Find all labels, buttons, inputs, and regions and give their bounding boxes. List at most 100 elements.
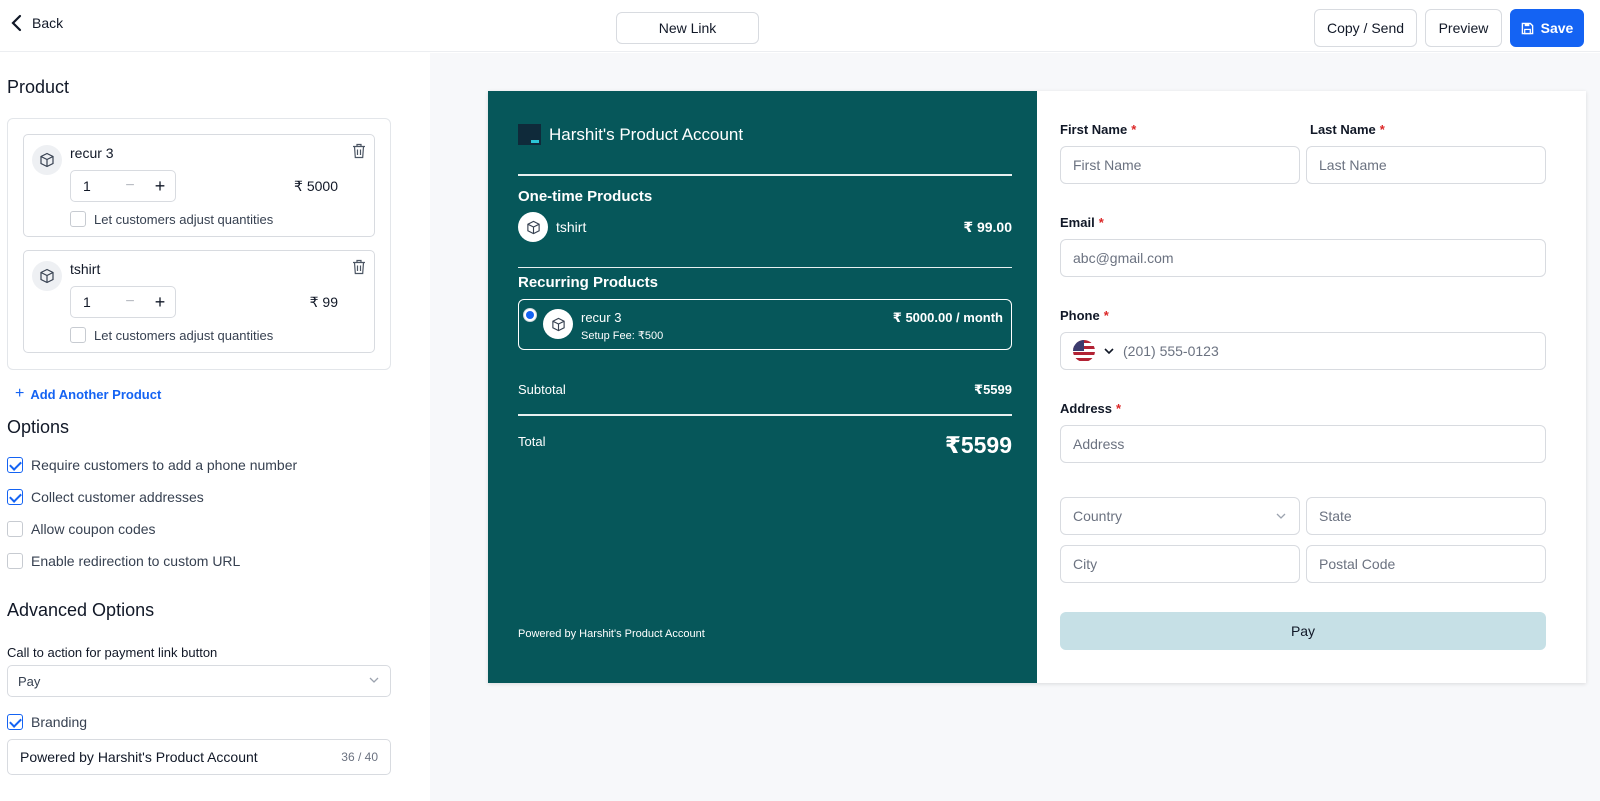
adjust-quantity-checkbox[interactable] — [70, 327, 86, 343]
branding-input[interactable]: Powered by Harshit's Product Account 36 … — [7, 739, 391, 775]
branding-value: Powered by Harshit's Product Account — [20, 749, 258, 765]
quantity-stepper: 1 − + — [70, 170, 176, 202]
item-name: tshirt — [556, 219, 587, 235]
first-name-label: First Name * — [1060, 122, 1137, 137]
account-header: Harshit's Product Account — [518, 124, 743, 145]
save-button[interactable]: Save — [1510, 9, 1584, 47]
address-label: Address * — [1060, 401, 1122, 416]
account-logo — [518, 124, 541, 145]
total-label: Total — [518, 434, 546, 449]
recurring-name: recur 3 — [581, 310, 622, 325]
product-price: ₹ 5000 — [294, 178, 338, 194]
option-checkbox[interactable] — [7, 553, 23, 569]
option-label: Collect customer addresses — [31, 489, 204, 505]
last-name-input[interactable]: Last Name — [1306, 146, 1546, 184]
account-name: Harshit's Product Account — [549, 124, 744, 144]
chevron-down-icon[interactable] — [1103, 345, 1115, 357]
box-icon — [32, 145, 62, 175]
option-coupon-codes[interactable]: Allow coupon codes — [7, 521, 156, 537]
email-label: Email * — [1060, 215, 1104, 230]
option-branding[interactable]: Branding — [7, 714, 87, 730]
add-product-label: Add Another Product — [30, 386, 162, 402]
preview-area: Harshit's Product Account One-time Produ… — [430, 53, 1600, 801]
recurring-price: ₹ 5000.00 / month — [892, 310, 1003, 325]
copy-send-button[interactable]: Copy / Send — [1314, 9, 1417, 47]
adjust-quantity-option[interactable]: Let customers adjust quantities — [70, 327, 273, 343]
country-placeholder: Country — [1073, 508, 1123, 524]
option-label: Enable redirection to custom URL — [31, 553, 241, 569]
country-select[interactable]: Country — [1060, 497, 1300, 535]
back-button[interactable]: Back — [10, 14, 63, 32]
total-value: ₹5599 — [944, 432, 1012, 458]
us-flag-icon[interactable] — [1073, 340, 1095, 362]
phone-placeholder: (201) 555-0123 — [1123, 343, 1219, 359]
box-icon — [543, 309, 573, 339]
first-name-input[interactable]: First Name — [1060, 146, 1300, 184]
option-collect-address[interactable]: Collect customer addresses — [7, 489, 204, 505]
trash-icon[interactable] — [352, 143, 366, 159]
city-input[interactable]: City — [1060, 545, 1300, 583]
subtotal-label: Subtotal — [518, 382, 566, 397]
option-checkbox[interactable] — [7, 457, 23, 473]
subtotal-value: ₹5599 — [974, 382, 1012, 397]
add-product-button[interactable]: + Add Another Product — [15, 385, 161, 403]
chevron-left-icon — [11, 14, 22, 32]
cta-select[interactable]: Pay — [7, 665, 391, 697]
state-input[interactable]: State — [1306, 497, 1546, 535]
option-checkbox[interactable] — [7, 521, 23, 537]
branding-label: Branding — [31, 714, 88, 730]
branding-checkbox[interactable] — [7, 714, 23, 730]
chevron-down-icon — [369, 677, 379, 683]
cta-label: Call to action for payment link button — [7, 645, 218, 660]
powered-by: Powered by Harshit's Product Account — [518, 628, 705, 640]
quantity-stepper: 1 − + — [70, 286, 176, 318]
option-require-phone[interactable]: Require customers to add a phone number — [7, 457, 297, 473]
box-icon — [32, 261, 62, 291]
decrement-button[interactable]: − — [115, 293, 145, 311]
one-time-item: tshirt ₹ 99.00 — [518, 212, 1012, 242]
checkout-preview: Harshit's Product Account One-time Produ… — [488, 91, 1586, 683]
adjust-quantity-checkbox[interactable] — [70, 211, 86, 227]
increment-button[interactable]: + — [145, 292, 175, 313]
chevron-down-icon — [1276, 513, 1286, 519]
phone-input[interactable]: (201) 555-0123 — [1060, 332, 1546, 370]
settings-panel: Product recur 3 1 − + ₹ 5000 Let custome… — [0, 53, 430, 801]
increment-button[interactable]: + — [145, 176, 175, 197]
one-time-heading: One-time Products — [518, 188, 653, 205]
top-bar: Back New Link Copy / Send Preview Save — [0, 0, 1600, 52]
product-price: ₹ 99 — [309, 294, 338, 310]
address-input[interactable]: Address — [1060, 425, 1546, 463]
adjust-quantity-label: Let customers adjust quantities — [94, 211, 274, 227]
link-name-field[interactable]: New Link — [616, 12, 759, 44]
option-label: Require customers to add a phone number — [31, 457, 298, 473]
phone-label: Phone * — [1060, 308, 1109, 323]
product-list: recur 3 1 − + ₹ 5000 Let customers adjus… — [7, 118, 391, 370]
preview-button[interactable]: Preview — [1425, 9, 1502, 47]
subtotal-row: Subtotal ₹5599 — [518, 382, 1012, 397]
postal-code-input[interactable]: Postal Code — [1306, 545, 1546, 583]
adjust-quantity-label: Let customers adjust quantities — [94, 327, 274, 343]
quantity-value[interactable]: 1 — [71, 178, 115, 194]
product-name: tshirt — [70, 261, 101, 277]
recurring-radio[interactable] — [523, 308, 537, 322]
product-card: tshirt 1 − + ₹ 99 Let customers adjust q… — [23, 250, 375, 353]
advanced-heading: Advanced Options — [7, 600, 155, 620]
plus-icon: + — [15, 385, 25, 402]
divider — [518, 174, 1012, 176]
option-checkbox[interactable] — [7, 489, 23, 505]
order-summary: Harshit's Product Account One-time Produ… — [488, 91, 1037, 683]
pay-button[interactable]: Pay — [1060, 612, 1546, 650]
customer-form: First Name * First Name Last Name * Last N… — [1037, 91, 1586, 683]
quantity-value[interactable]: 1 — [71, 294, 115, 310]
total-row: Total — [518, 434, 1012, 449]
option-redirection[interactable]: Enable redirection to custom URL — [7, 553, 240, 569]
decrement-button[interactable]: − — [115, 177, 145, 195]
divider — [518, 414, 1012, 416]
recurring-setup-fee: Setup Fee: ₹500 — [581, 330, 664, 342]
email-input[interactable]: abc@gmail.com — [1060, 239, 1546, 277]
recurring-item[interactable]: recur 3 Setup Fee: ₹500 ₹ 5000.00 / mont… — [518, 299, 1012, 350]
trash-icon[interactable] — [352, 259, 366, 275]
adjust-quantity-option[interactable]: Let customers adjust quantities — [70, 211, 273, 227]
divider — [518, 267, 1012, 268]
option-label: Allow coupon codes — [31, 521, 156, 537]
